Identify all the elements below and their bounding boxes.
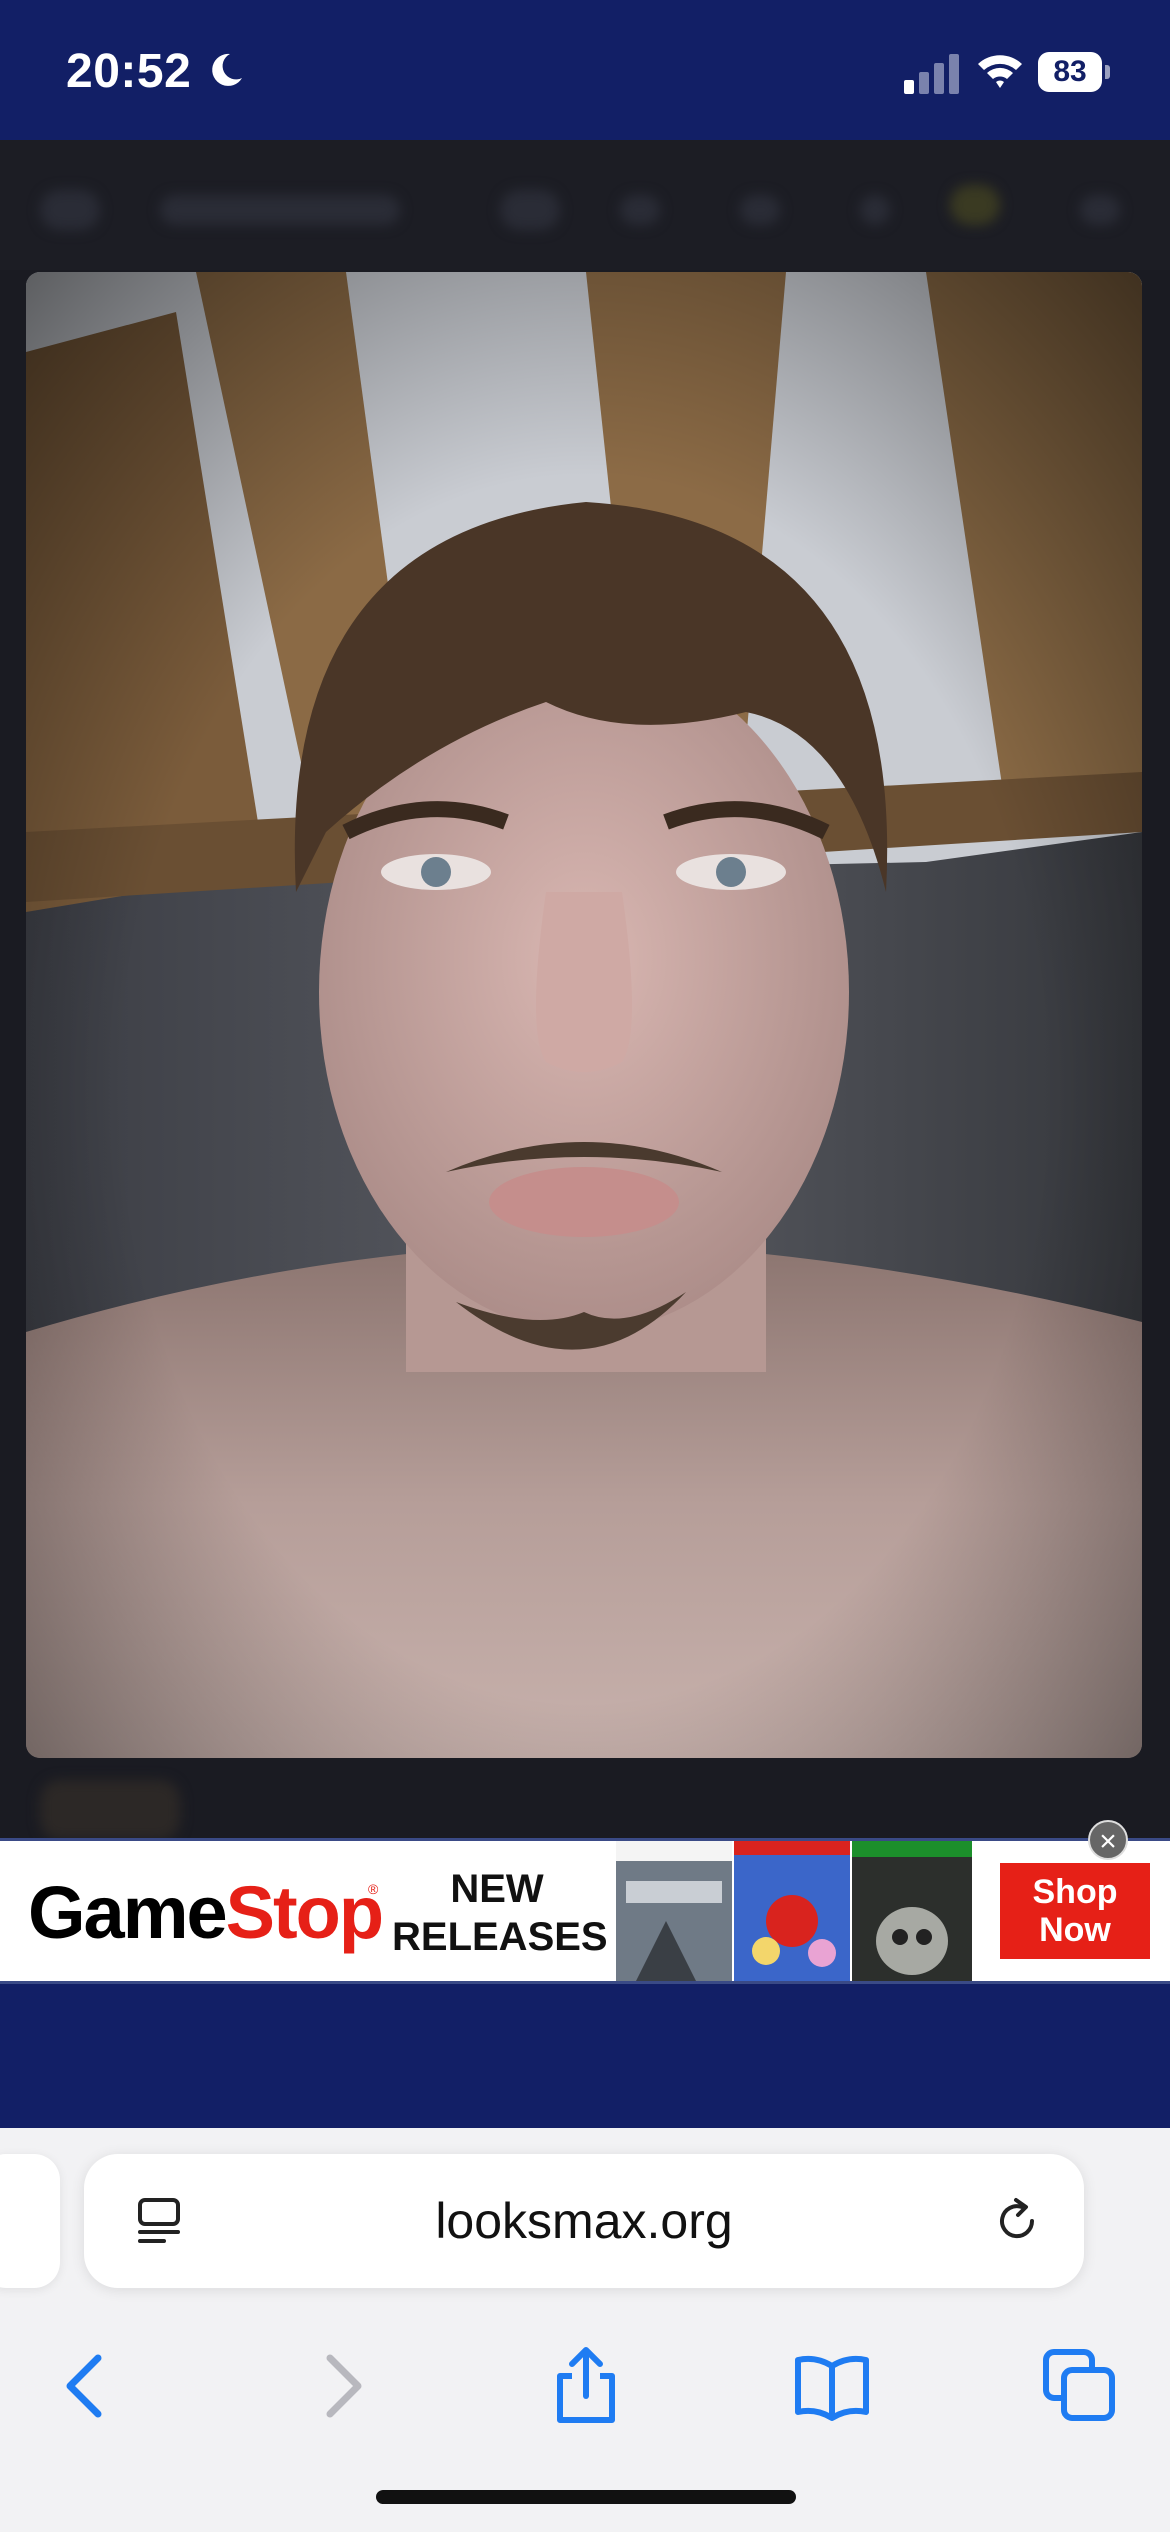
shop-now-button[interactable]: Shop Now [1000, 1863, 1150, 1959]
web-content[interactable] [0, 140, 1170, 2128]
blurred-site-header [0, 140, 1170, 270]
game-covers-image [616, 1841, 972, 1981]
reload-icon[interactable] [992, 2196, 1042, 2246]
battery-level: 83 [1038, 52, 1102, 92]
share-icon[interactable] [546, 2346, 626, 2426]
signal-icon [904, 54, 959, 94]
user-photo[interactable] [26, 272, 1142, 1758]
forward-icon[interactable] [300, 2346, 380, 2426]
battery-tip [1105, 65, 1110, 79]
wifi-icon [978, 55, 1022, 88]
url-text[interactable]: looksmax.org [84, 2192, 1084, 2250]
status-time: 20:52 [66, 45, 192, 98]
status-bar: 20:52 83 [0, 0, 1170, 140]
blurred-avatar [40, 1780, 180, 1840]
moon-icon [212, 53, 242, 86]
address-bar[interactable]: looksmax.org [84, 2154, 1084, 2288]
browser-nav-row [0, 2324, 1170, 2444]
gamestop-ad-banner[interactable]: GameStop ® NEW RELEASES Shop Now [0, 1838, 1170, 1984]
site-footer-band [0, 1984, 1170, 2128]
browser-toolbar: looksmax.org [0, 2128, 1170, 2532]
ad-close-button[interactable]: × [1088, 1820, 1128, 1860]
tabs-icon[interactable] [1040, 2346, 1120, 2426]
bookmarks-icon[interactable] [792, 2346, 872, 2426]
previous-tab-preview[interactable] [0, 2154, 60, 2288]
registered-mark: ® [368, 1881, 379, 1897]
home-indicator[interactable] [376, 2490, 796, 2504]
back-icon[interactable] [48, 2346, 128, 2426]
ad-headline: NEW RELEASES [392, 1867, 608, 1959]
gamestop-logo: GameStop [28, 1871, 384, 1954]
battery-icon: 83 [1038, 52, 1110, 92]
